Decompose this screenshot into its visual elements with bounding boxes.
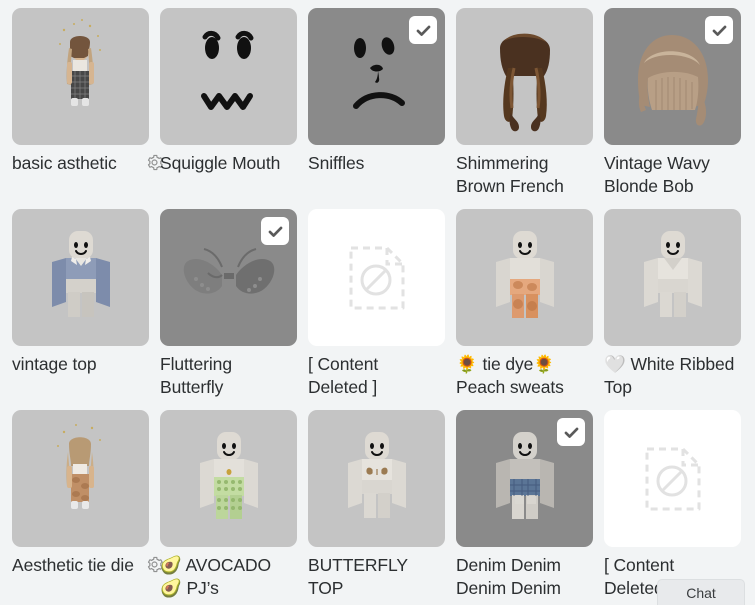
- avatar-girl-tiedye-icon: [12, 410, 149, 547]
- item-grid: basic asthetic Squiggle Mouth Sniffles S…: [0, 0, 755, 600]
- item-label: Sniffles: [308, 153, 365, 173]
- item-thumbnail[interactable]: [160, 209, 297, 346]
- item-thumbnail[interactable]: [160, 410, 297, 547]
- item-thumbnail[interactable]: [12, 8, 149, 145]
- item-thumbnail[interactable]: [12, 410, 149, 547]
- item-label: [ Content Deleted ]: [308, 354, 379, 397]
- item-thumbnail[interactable]: [308, 8, 445, 145]
- avatar-avocado-pj-icon: [160, 410, 297, 547]
- grid-item[interactable]: Fluttering Butterfly: [160, 209, 297, 399]
- item-label: basic asthetic: [12, 152, 163, 198]
- avatar-butterfly-top-icon: [308, 410, 445, 547]
- grid-item[interactable]: 🤍 White Ribbed Top: [604, 209, 741, 399]
- grid-item[interactable]: Squiggle Mouth: [160, 8, 297, 198]
- item-label: Shimmering Brown French: [456, 153, 564, 196]
- item-thumbnail[interactable]: [604, 8, 741, 145]
- item-label: Fluttering Butterfly: [160, 354, 232, 397]
- item-thumbnail[interactable]: [308, 410, 445, 547]
- item-label: vintage top: [12, 354, 97, 374]
- item-thumbnail[interactable]: [12, 209, 149, 346]
- item-thumbnail[interactable]: [604, 410, 741, 547]
- grid-item[interactable]: 🥑 AVOCADO 🥑 PJ’s: [160, 410, 297, 600]
- grid-item[interactable]: vintage top: [12, 209, 149, 399]
- chat-button-label: Chat: [686, 584, 716, 601]
- grid-item[interactable]: Vintage Wavy Blonde Bob: [604, 8, 741, 198]
- checkbox-checked-icon[interactable]: [557, 418, 585, 446]
- item-label: 🌻 tie dye🌻 Peach sweats: [456, 354, 564, 397]
- grid-item[interactable]: Sniffles: [308, 8, 445, 198]
- item-thumbnail[interactable]: [456, 410, 593, 547]
- checkbox-checked-icon[interactable]: [409, 16, 437, 44]
- grid-item[interactable]: 🌻 tie dye🌻 Peach sweats: [456, 209, 593, 399]
- item-label: Aesthetic tie die: [12, 554, 163, 600]
- item-thumbnail[interactable]: [456, 8, 593, 145]
- grid-item[interactable]: [ Content Deleted ]: [308, 209, 445, 399]
- item-thumbnail[interactable]: [160, 8, 297, 145]
- avatar-peach-tiedye-icon: [456, 209, 593, 346]
- item-thumbnail[interactable]: [604, 209, 741, 346]
- item-thumbnail[interactable]: [456, 209, 593, 346]
- item-label: Vintage Wavy Blonde Bob: [604, 153, 710, 196]
- grid-item[interactable]: Shimmering Brown French: [456, 8, 593, 198]
- grid-item[interactable]: BUTTERFLY TOP: [308, 410, 445, 600]
- grid-item[interactable]: Aesthetic tie die: [12, 410, 163, 600]
- item-thumbnail[interactable]: [308, 209, 445, 346]
- avatar-white-top-icon: [604, 209, 741, 346]
- avatar-blue-top-icon: [12, 209, 149, 346]
- content-deleted-icon: [604, 410, 741, 547]
- grid-item[interactable]: Denim Denim Denim Denim: [456, 410, 593, 600]
- item-label: Squiggle Mouth: [160, 153, 281, 173]
- grid-item[interactable]: basic asthetic: [12, 8, 163, 198]
- grid-item[interactable]: [ Content Deleted ]: [604, 410, 741, 600]
- content-deleted-icon: [308, 209, 445, 346]
- chat-button[interactable]: Chat: [657, 579, 745, 605]
- hair-brown-braids-icon: [456, 8, 593, 145]
- item-label: 🥑 AVOCADO 🥑 PJ’s: [160, 555, 272, 598]
- item-label: 🤍 White Ribbed Top: [604, 354, 735, 397]
- checkbox-checked-icon[interactable]: [261, 217, 289, 245]
- checkbox-checked-icon[interactable]: [705, 16, 733, 44]
- item-label: Denim Denim Denim Denim: [456, 555, 561, 598]
- avatar-girl-plaid-icon: [12, 8, 149, 145]
- face-squiggle-icon: [160, 8, 297, 145]
- item-label: BUTTERFLY TOP: [308, 555, 408, 598]
